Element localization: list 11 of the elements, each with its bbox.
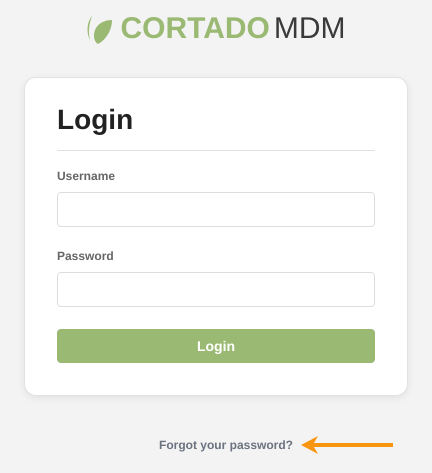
field-label: Username [57,169,116,183]
input-field[interactable] [57,272,375,307]
input-field[interactable] [57,192,375,227]
login-button[interactable]: Login [57,329,375,363]
leaf-icon [86,14,112,44]
arrow-icon [301,436,393,454]
brand-name: CORTADO [120,12,270,46]
login-title: Login [57,104,134,136]
forgot-password-link[interactable]: Forgot your password? [158,438,293,452]
field-label: Password [57,249,115,263]
product-name: MDM [274,12,346,46]
